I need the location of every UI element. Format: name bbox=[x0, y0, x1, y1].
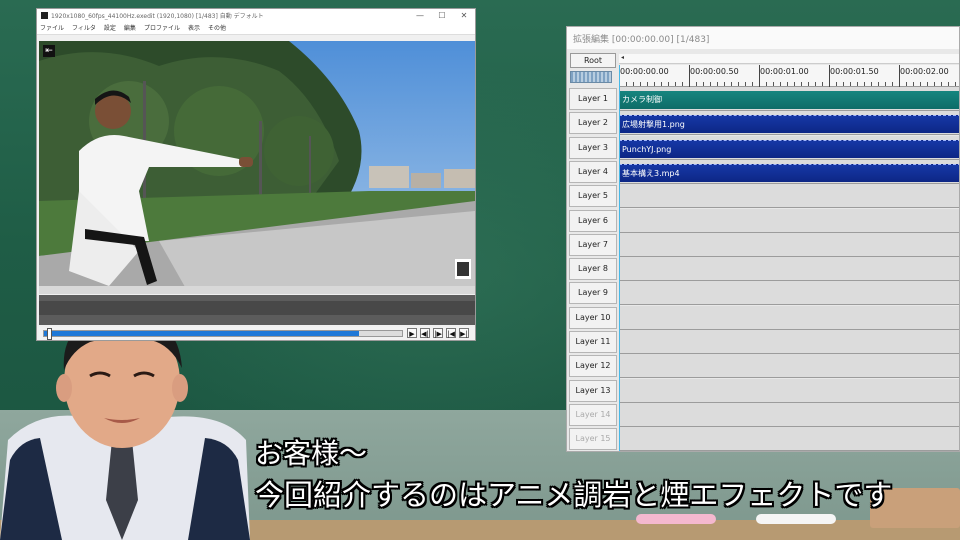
subtitle-line-1: お客様〜 bbox=[255, 437, 368, 470]
menu-file[interactable]: ファイル bbox=[40, 23, 64, 32]
ruler-label-1: 00:00:00.50 bbox=[690, 67, 739, 76]
layer-row: Layer 1 カメラ制御 bbox=[567, 87, 959, 111]
timeline-clip[interactable]: 広場射撃用1.png bbox=[619, 115, 959, 134]
menu-edit[interactable]: 編集 bbox=[124, 23, 136, 32]
layer-row: Layer 12 bbox=[567, 354, 959, 379]
root-button[interactable]: Root bbox=[570, 53, 616, 68]
layer-track[interactable]: 広場射撃用1.png bbox=[619, 111, 959, 136]
playhead-cursor[interactable] bbox=[619, 65, 620, 451]
menu-settings[interactable]: 設定 bbox=[104, 23, 116, 32]
menu-filter[interactable]: フィルタ bbox=[72, 23, 96, 32]
layer-row: Layer 2 広場射撃用1.png bbox=[567, 111, 959, 136]
layer-track[interactable] bbox=[619, 305, 959, 330]
layer-row: Layer 11 bbox=[567, 330, 959, 354]
next-frame-icon[interactable]: |▶ bbox=[433, 328, 443, 338]
layer-track[interactable] bbox=[619, 232, 959, 257]
close-button[interactable]: ✕ bbox=[453, 11, 475, 20]
seek-bar[interactable] bbox=[43, 328, 403, 340]
ruler-label-2: 00:00:01.00 bbox=[760, 67, 809, 76]
layer-label[interactable]: Layer 9 bbox=[569, 282, 617, 305]
timeline-window: 拡張編集 [00:00:00.00] [1/483] Root ◂ 00:00:… bbox=[566, 26, 960, 452]
zoom-slider[interactable] bbox=[570, 71, 612, 83]
layer-label[interactable]: Layer 7 bbox=[569, 233, 617, 256]
layer-row: Layer 5 bbox=[567, 184, 959, 209]
play-icon[interactable]: ▶ bbox=[407, 328, 417, 338]
maximize-button[interactable]: ☐ bbox=[431, 11, 453, 20]
layer-track[interactable] bbox=[619, 257, 959, 282]
timeline-scrollbar[interactable]: ◂ bbox=[619, 54, 959, 64]
layer-track[interactable]: PunchYJ.png bbox=[619, 135, 959, 160]
preview-titlebar: 1920x1080_60fps_44100Hz.exedit (1920,108… bbox=[37, 9, 475, 21]
layer-row: Layer 10 bbox=[567, 305, 959, 330]
layer-label[interactable]: Layer 14 bbox=[569, 403, 617, 426]
app-icon bbox=[41, 11, 48, 19]
layer-label[interactable]: Layer 6 bbox=[569, 209, 617, 232]
minimize-button[interactable]: — bbox=[409, 11, 431, 20]
layer-track[interactable] bbox=[619, 208, 959, 233]
ruler-label-3: 00:00:01.50 bbox=[830, 67, 879, 76]
layer-label[interactable]: Layer 5 bbox=[569, 185, 617, 208]
layer-label[interactable]: Layer 12 bbox=[569, 355, 617, 378]
video-preview[interactable]: ⇤ bbox=[39, 41, 475, 294]
layer-row: Layer 13 bbox=[567, 378, 959, 403]
subtitle-caption: お客様〜 今回紹介するのはアニメ調岩と煙エフェクトです bbox=[255, 432, 960, 512]
layer-track[interactable] bbox=[619, 184, 959, 209]
preview-menubar: ファイル フィルタ 設定 編集 プロファイル 表示 その他 bbox=[37, 21, 475, 35]
timeline-title: 拡張編集 [00:00:00.00] [1/483] bbox=[567, 27, 959, 49]
layer-track[interactable] bbox=[619, 402, 959, 427]
preview-window: 1920x1080_60fps_44100Hz.exedit (1920,108… bbox=[36, 8, 476, 341]
layer-label[interactable]: Layer 4 bbox=[569, 160, 617, 183]
layer-label[interactable]: Layer 10 bbox=[569, 306, 617, 329]
pink-marker bbox=[636, 514, 716, 524]
go-end-icon[interactable]: ▶| bbox=[459, 328, 469, 338]
layer-row: Layer 4 基本構え3.mp4 bbox=[567, 159, 959, 184]
seek-thumb[interactable] bbox=[47, 328, 52, 340]
time-ruler[interactable]: 00:00:00.00 00:00:00.50 00:00:01.00 00:0… bbox=[619, 65, 959, 87]
preview-title: 1920x1080_60fps_44100Hz.exedit (1920,108… bbox=[51, 12, 264, 20]
menu-view[interactable]: 表示 bbox=[188, 23, 200, 32]
timeline-clip[interactable]: カメラ制御 bbox=[619, 91, 959, 109]
layer-track[interactable]: 基本構え3.mp4 bbox=[619, 159, 959, 184]
timeline-clip[interactable]: 基本構え3.mp4 bbox=[619, 163, 959, 182]
layer-row: Layer 9 bbox=[567, 281, 959, 306]
layer-label[interactable]: Layer 11 bbox=[569, 331, 617, 353]
video-frame-image bbox=[39, 41, 475, 294]
go-start-icon[interactable]: |◀ bbox=[446, 328, 456, 338]
ruler-label-0: 00:00:00.00 bbox=[620, 67, 669, 76]
preview-track-line bbox=[39, 301, 475, 315]
layer-label[interactable]: Layer 3 bbox=[569, 136, 617, 159]
layer-track[interactable] bbox=[619, 281, 959, 306]
layer-row: Layer 14 bbox=[567, 402, 959, 427]
layer-track[interactable]: カメラ制御 bbox=[619, 87, 959, 111]
layer-label[interactable]: Layer 2 bbox=[569, 112, 617, 135]
layer-label[interactable]: Layer 8 bbox=[569, 258, 617, 281]
preview-track-panel bbox=[39, 295, 475, 325]
menu-other[interactable]: その他 bbox=[208, 23, 226, 32]
menu-profile[interactable]: プロファイル bbox=[144, 23, 180, 32]
seek-bar-fill bbox=[44, 331, 360, 336]
subtitle-line-2: 今回紹介するのはアニメ調岩と煙エフェクトです bbox=[255, 478, 893, 512]
layer-track[interactable] bbox=[619, 378, 959, 403]
layer-track[interactable] bbox=[619, 354, 959, 379]
layer-row: Layer 3 PunchYJ.png bbox=[567, 135, 959, 160]
ruler-label-4: 00:00:02.00 bbox=[900, 67, 949, 76]
timeline-clip[interactable]: PunchYJ.png bbox=[619, 139, 959, 158]
layer-row: Layer 6 bbox=[567, 208, 959, 233]
prev-frame-icon[interactable]: ◀| bbox=[420, 328, 430, 338]
playback-controls: ▶ ◀| |▶ |◀ ▶| bbox=[39, 327, 475, 340]
back-arrow-icon[interactable]: ⇤ bbox=[43, 45, 55, 57]
layer-row: Layer 8 bbox=[567, 257, 959, 282]
layer-label[interactable]: Layer 1 bbox=[569, 88, 617, 110]
layer-label[interactable]: Layer 13 bbox=[569, 379, 617, 402]
layer-track[interactable] bbox=[619, 330, 959, 354]
white-marker bbox=[756, 514, 836, 524]
layer-row: Layer 7 bbox=[567, 232, 959, 257]
